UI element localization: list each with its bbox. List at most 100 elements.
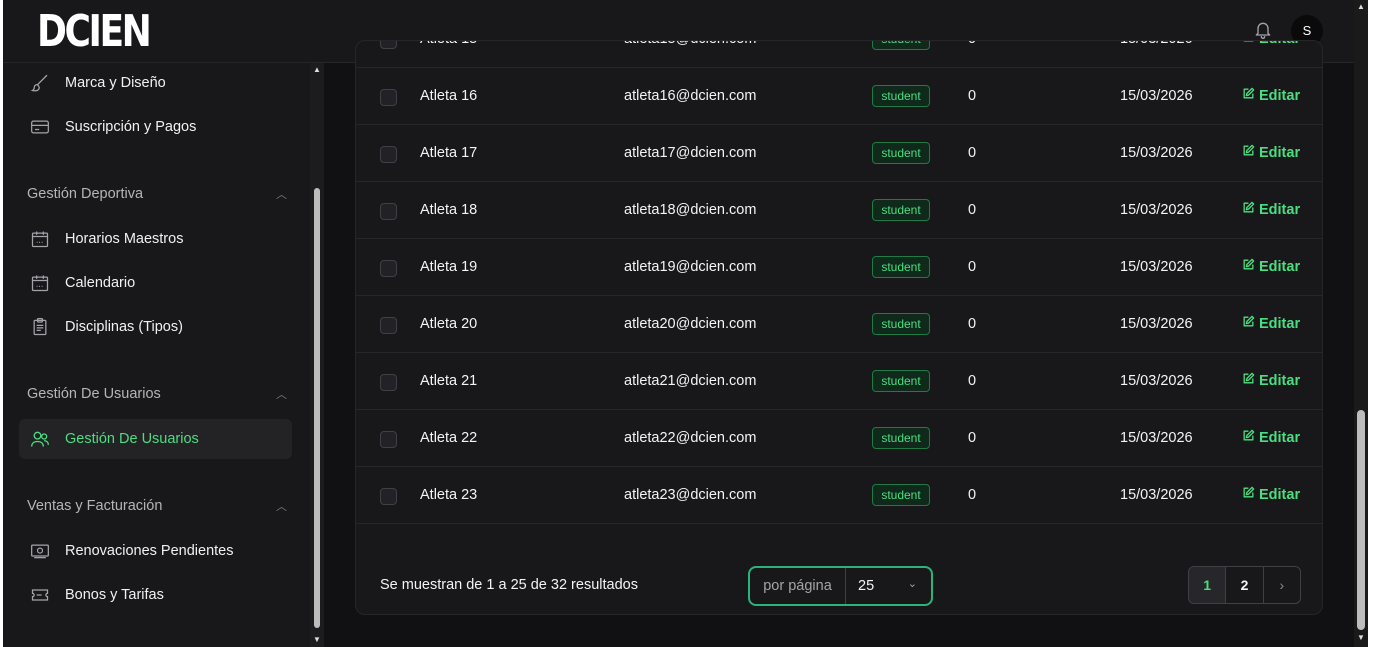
table-row: Atleta 16 atleta16@dcien.com student 0 15/03… (356, 68, 1322, 125)
sidebar: Marca y Diseño Suscripción y Pagos Gestión… (3, 63, 310, 647)
edit-icon (1242, 315, 1259, 332)
sidebar-group-header[interactable]: Ventas y Facturación ︿ (27, 498, 287, 514)
table-row: Atleta 15 atleta15@dcien.com student 0 15/03… (356, 41, 1322, 68)
sidebar-group-header[interactable]: Gestión Deportiva ︿ (27, 186, 287, 202)
role-badge: student (872, 484, 930, 506)
sidebar-group-title: Ventas y Facturación (27, 498, 163, 514)
edit-icon (1242, 201, 1259, 218)
sidebar-item-horarios-maestros[interactable]: Horarios Maestros (19, 219, 292, 259)
edit-button[interactable]: Editar (1242, 429, 1300, 446)
edit-label: Editar (1259, 258, 1301, 275)
chevron-up-icon: ︿ (276, 389, 287, 401)
edit-button[interactable]: Editar (1242, 144, 1300, 161)
edit-button[interactable]: Editar (1242, 258, 1300, 275)
table-row: Atleta 17 atleta17@dcien.com student 0 15/03… (356, 125, 1322, 182)
edit-label: Editar (1259, 144, 1301, 161)
logo[interactable]: DCIEN (37, 6, 152, 58)
table-row: Atleta 23 atleta23@dcien.com student 0 15/03… (356, 467, 1322, 524)
athlete-name: Atleta 16 (420, 88, 478, 104)
edit-button[interactable]: Editar (1242, 87, 1300, 104)
count-value: 0 (968, 145, 977, 161)
role-badge: student (872, 41, 930, 50)
table-row: Atleta 19 atleta19@dcien.com student 0 15/03… (356, 239, 1322, 296)
edit-icon (1242, 87, 1259, 104)
row-checkbox[interactable] (380, 374, 397, 391)
table-row: Atleta 18 atleta18@dcien.com student 0 15/03… (356, 182, 1322, 239)
edit-label: Editar (1259, 201, 1301, 218)
role-badge: student (872, 142, 930, 164)
edit-label: Editar (1259, 372, 1301, 389)
sidebar-item-disciplinas-tipos[interactable]: Disciplinas (Tipos) (19, 307, 292, 347)
results-summary: Se muestran de 1 a 25 de 32 resultados (380, 577, 638, 593)
count-value: 0 (968, 316, 977, 332)
count-value: 0 (968, 373, 977, 389)
sidebar-item-label: Disciplinas (Tipos) (65, 319, 183, 335)
pagination: 1 2 › (1188, 566, 1301, 604)
athlete-name: Atleta 21 (420, 373, 478, 389)
row-checkbox[interactable] (380, 146, 397, 163)
users-icon (29, 428, 51, 450)
clipboard-icon (29, 316, 51, 338)
row-checkbox[interactable] (380, 260, 397, 277)
chevron-up-icon: ︿ (276, 189, 287, 201)
edit-label: Editar (1259, 41, 1300, 47)
calendar-icon (29, 272, 51, 294)
sidebar-scrollbar[interactable]: ▲ ▼ (310, 63, 324, 647)
edit-button[interactable]: Editar (1242, 41, 1300, 47)
table-footer: Se muestran de 1 a 25 de 32 resultados p… (356, 555, 1322, 614)
row-checkbox[interactable] (380, 317, 397, 334)
window-scrollbar[interactable]: ▲ ▼ (1354, 0, 1368, 647)
date-value: 15/03/2026 (1120, 373, 1193, 389)
sidebar-item-bonos-y-tarifas[interactable]: Bonos y Tarifas (19, 575, 292, 615)
per-page-value[interactable]: 25 (846, 578, 931, 594)
edit-icon (1242, 486, 1259, 503)
window-frame: DCIEN S Marca y Diseño Suscripción y Pago… (0, 0, 1376, 647)
count-value: 0 (968, 259, 977, 275)
sidebar-scrollbar-thumb[interactable] (314, 188, 320, 628)
row-checkbox[interactable] (380, 89, 397, 106)
edit-label: Editar (1259, 486, 1301, 503)
count-value: 0 (968, 430, 977, 446)
row-checkbox[interactable] (380, 431, 397, 448)
chevron-up-icon: ︿ (276, 501, 287, 513)
row-checkbox[interactable] (380, 203, 397, 220)
count-value: 0 (968, 487, 977, 503)
count-value: 0 (968, 41, 976, 47)
role-badge: student (872, 85, 930, 107)
sidebar-item-calendario[interactable]: Calendario (19, 263, 292, 303)
row-checkbox[interactable] (380, 488, 397, 505)
bell-icon[interactable] (1253, 18, 1273, 42)
sidebar-group-header[interactable]: Gestión De Usuarios ︿ (27, 386, 287, 402)
sidebar-group-title: Gestión De Usuarios (27, 386, 161, 402)
sidebar-item-suscripcion-y-pagos[interactable]: Suscripción y Pagos (19, 107, 292, 147)
edit-icon (1242, 372, 1259, 389)
sidebar-item-marca-y-diseno[interactable]: Marca y Diseño (19, 63, 292, 103)
edit-button[interactable]: Editar (1242, 372, 1300, 389)
table-row: Atleta 21 atleta21@dcien.com student 0 15/03… (356, 353, 1322, 410)
sidebar-item-label: Calendario (65, 275, 136, 291)
count-value: 0 (968, 88, 977, 104)
athlete-email: atleta15@dcien.com (624, 41, 756, 47)
page-2-button[interactable]: 2 (1226, 567, 1264, 603)
sidebar-item-label: Suscripción y Pagos (65, 119, 197, 135)
role-badge: student (872, 199, 930, 221)
athlete-name: Atleta 20 (420, 316, 478, 332)
next-page-button[interactable]: › (1264, 567, 1300, 603)
edit-icon (1242, 429, 1259, 446)
row-checkbox[interactable] (380, 41, 397, 49)
athlete-name: Atleta 17 (420, 145, 478, 161)
sidebar-item-label: Renovaciones Pendientes (65, 543, 234, 559)
window-scrollbar-thumb[interactable] (1357, 410, 1365, 630)
page-1-button[interactable]: 1 (1189, 567, 1227, 603)
app: DCIEN S Marca y Diseño Suscripción y Pago… (3, 0, 1354, 647)
sidebar-item-renovaciones-pendientes[interactable]: Renovaciones Pendientes (19, 531, 292, 571)
per-page-select[interactable]: por página 25 ⌄ (748, 566, 933, 606)
edit-button[interactable]: Editar (1242, 201, 1300, 218)
edit-button[interactable]: Editar (1242, 315, 1300, 332)
users-table-card: Atleta 15 atleta15@dcien.com student 0 15/03… (355, 40, 1323, 615)
edit-label: Editar (1259, 87, 1301, 104)
sidebar-item-gestion-de-usuarios[interactable]: Gestión De Usuarios (19, 419, 292, 459)
per-page-label: por página (750, 568, 846, 604)
edit-button[interactable]: Editar (1242, 486, 1300, 503)
brush-icon (29, 72, 51, 94)
